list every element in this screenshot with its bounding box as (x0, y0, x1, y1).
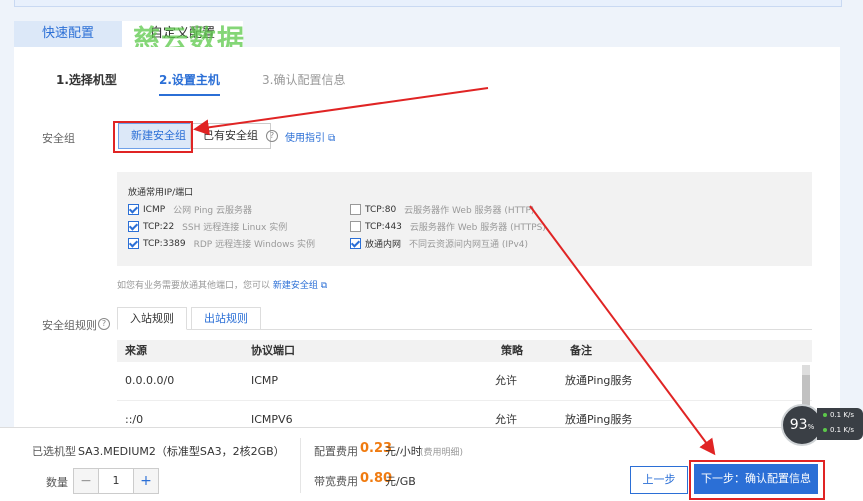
bottom-bar: 已选机型 SA3.MEDIUM2（标准型SA3，2核2GB） 数量 − 1 + … (0, 427, 863, 501)
download-speed: 0.1 K/s (817, 423, 863, 438)
config-fee-unit: 元/小时 (385, 445, 422, 458)
tab-inbound-rules[interactable]: 入站规则 (117, 307, 187, 330)
download-value: 0.1 (830, 426, 842, 434)
scrollbar-thumb[interactable] (802, 375, 810, 405)
existing-security-group-button[interactable]: 已有安全组 (190, 123, 271, 149)
tab-outbound-rules[interactable]: 出站规则 (191, 307, 261, 330)
column-source: 来源 (125, 344, 147, 357)
top-panel-edge (14, 0, 842, 7)
checkbox-icon[interactable] (350, 204, 361, 215)
cell-source: 0.0.0.0/0 (125, 374, 175, 387)
port-desc: SSH 远程连接 Linux 实例 (182, 223, 288, 233)
network-speed-panel: 0.1 K/s 0.1 K/s (817, 408, 863, 440)
new-security-group-link[interactable]: 新建安全组 ⧉ (273, 281, 327, 291)
rules-label: 安全组规则 (42, 319, 97, 332)
column-protocol-port: 协议端口 (251, 344, 295, 357)
divider (300, 438, 301, 493)
gauge-percent: 93 (789, 417, 808, 433)
port-option-intranet[interactable]: 放通内网 不同云资源间内网互通 (IPv4) (350, 237, 528, 250)
help-icon[interactable]: ? (98, 318, 110, 330)
column-policy: 策略 (501, 344, 523, 357)
column-remark: 备注 (570, 344, 592, 357)
quantity-input[interactable]: 1 (98, 469, 134, 493)
cell-policy: 允许 (495, 374, 517, 387)
download-unit: K/s (843, 426, 854, 434)
port-desc: 公网 Ping 云服务器 (173, 206, 253, 216)
common-ports-panel: 放通常用IP/端口 ICMP 公网 Ping 云服务器 TCP:22 SSH 远… (117, 172, 812, 266)
checkbox-icon[interactable] (128, 238, 139, 249)
config-fee-label: 配置费用 (314, 445, 358, 458)
port-option-tcp22[interactable]: TCP:22 SSH 远程连接 Linux 实例 (128, 220, 287, 233)
checkbox-icon[interactable] (128, 204, 139, 215)
ports-title: 放通常用IP/端口 (128, 188, 194, 198)
cell-protocol: ICMP (251, 374, 279, 387)
table-header: 来源 协议端口 策略 备注 (117, 340, 812, 362)
port-note: 如您有业务需要放通其他端口，您可以 新建安全组 ⧉ (117, 278, 327, 291)
decrement-button[interactable]: − (74, 469, 98, 493)
gauge-unit: % (807, 423, 815, 431)
cell-source: ::/0 (125, 413, 144, 426)
port-option-tcp80[interactable]: TCP:80 云服务器作 Web 服务器 (HTTP) (350, 203, 534, 216)
tab-custom-config[interactable]: 自定义配置 (122, 21, 244, 47)
cell-protocol: ICMPV6 (251, 413, 293, 426)
checkbox-icon[interactable] (350, 238, 361, 249)
upload-dot-icon (823, 413, 827, 417)
port-option-icmp[interactable]: ICMP 公网 Ping 云服务器 (128, 203, 252, 216)
port-name: TCP:443 (365, 221, 402, 232)
cell-policy: 允许 (495, 413, 517, 426)
fee-detail-link[interactable]: (费用明细) (420, 445, 463, 458)
note-text: 如您有业务需要放通其他端口，您可以 (117, 281, 271, 291)
port-desc: 云服务器作 Web 服务器 (HTTP) (404, 206, 535, 216)
mode-tabs: 快速配置 自定义配置 (14, 21, 244, 47)
step-1[interactable]: 1.选择机型 (56, 71, 117, 88)
port-option-tcp443[interactable]: TCP:443 云服务器作 Web 服务器 (HTTPS) (350, 220, 546, 233)
port-desc: 云服务器作 Web 服务器 (HTTPS) (409, 223, 546, 233)
checkbox-icon[interactable] (350, 221, 361, 232)
annotation-box-new-sg (113, 121, 193, 153)
bandwidth-fee-unit: 元/GB (385, 475, 416, 488)
rules-table: 来源 协议端口 策略 备注 0.0.0.0/0 ICMP 允许 放通Ping服务… (117, 340, 812, 427)
table-row: ::/0 ICMPV6 允许 放通Ping服务 (117, 401, 812, 427)
selected-model-label: 已选机型 (32, 445, 76, 458)
port-desc: RDP 远程连接 Windows 实例 (193, 240, 315, 250)
cell-remark: 放通Ping服务 (565, 413, 633, 426)
port-name: TCP:3389 (143, 238, 186, 249)
download-dot-icon (823, 428, 827, 432)
port-name: TCP:80 (365, 204, 397, 215)
tab-quick-config[interactable]: 快速配置 (14, 21, 123, 47)
annotation-box-next (689, 460, 825, 500)
port-name: ICMP (143, 204, 166, 215)
step-3: 3.确认配置信息 (262, 73, 346, 87)
step-2-active[interactable]: 2.设置主机 (159, 71, 220, 96)
port-desc: 不同云资源间内网互通 (IPv4) (409, 240, 529, 250)
increment-button[interactable]: + (134, 469, 158, 493)
help-icon[interactable]: ? (266, 130, 278, 142)
table-row: 0.0.0.0/0 ICMP 允许 放通Ping服务 (117, 362, 812, 401)
guide-link[interactable]: 使用指引 ⧉ (285, 129, 335, 144)
upload-value: 0.1 (830, 411, 842, 419)
port-name: 放通内网 (365, 240, 402, 250)
security-group-label: 安全组 (42, 132, 75, 145)
config-card: 1.选择机型 2.设置主机 3.确认配置信息 安全组 新建安全组 已有安全组 ?… (14, 47, 840, 427)
upload-speed: 0.1 K/s (817, 408, 863, 423)
port-name: TCP:22 (143, 221, 175, 232)
bandwidth-fee-label: 带宽费用 (314, 475, 358, 488)
cell-remark: 放通Ping服务 (565, 374, 633, 387)
step-indicator: 1.选择机型 2.设置主机 3.确认配置信息 (14, 71, 840, 96)
port-option-tcp3389[interactable]: TCP:3389 RDP 远程连接 Windows 实例 (128, 237, 315, 250)
quantity-label: 数量 (46, 476, 68, 489)
checkbox-icon[interactable] (128, 221, 139, 232)
rule-tabs: 入站规则 出站规则 (117, 307, 812, 330)
upload-unit: K/s (843, 411, 854, 419)
prev-step-button[interactable]: 上一步 (630, 466, 688, 494)
selected-model-value: SA3.MEDIUM2（标准型SA3，2核2GB） (78, 445, 285, 458)
network-monitor-widget[interactable]: 93% 0.1 K/s 0.1 K/s (781, 404, 863, 446)
quantity-stepper: − 1 + (73, 468, 159, 494)
